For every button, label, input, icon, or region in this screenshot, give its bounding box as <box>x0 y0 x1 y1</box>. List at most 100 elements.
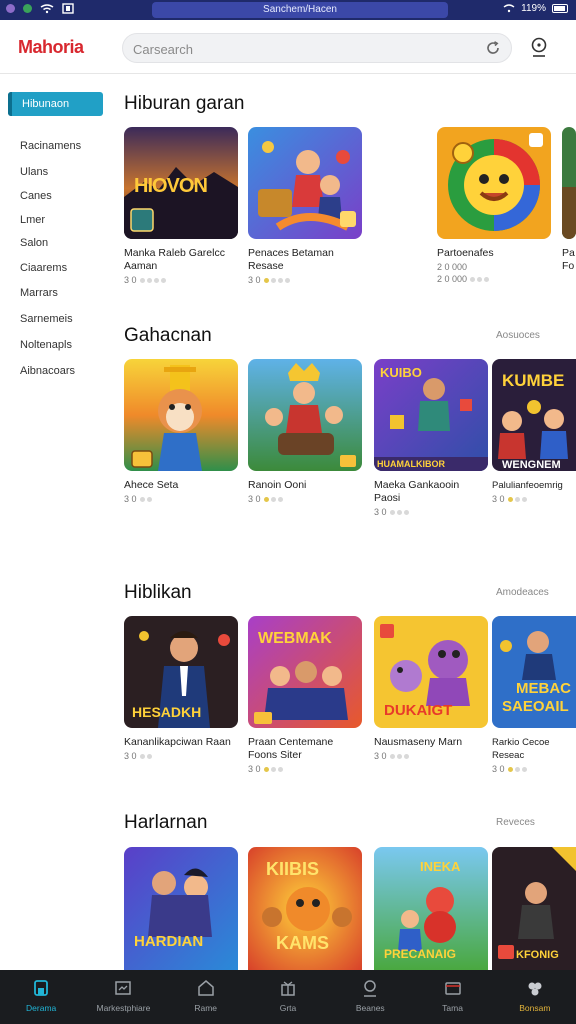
nav-tab-gifts[interactable]: Grta <box>247 970 329 1024</box>
search-input[interactable] <box>133 40 463 58</box>
nav-tab-profile[interactable]: Beanes <box>329 970 411 1024</box>
game-thumbnail[interactable] <box>562 127 576 239</box>
game-title: Kananlikapciwan Raan <box>124 736 231 748</box>
game-card[interactable]: Ahece Seta 3 0 <box>124 359 238 504</box>
game-rating: 3 0 <box>492 494 576 504</box>
home-icon <box>34 980 49 996</box>
sidebar-item-active[interactable]: Hibunaon <box>8 92 103 116</box>
sidebar-item[interactable]: Lmer <box>20 214 45 226</box>
rating-stars-icon <box>139 753 152 759</box>
nav-tab-label: Tama <box>442 1003 463 1013</box>
see-more-link[interactable]: Reveces <box>496 817 535 828</box>
game-card[interactable]: KUMBE WENGNEM Palulianfeoemrig 3 0 <box>492 359 576 504</box>
game-thumbnail[interactable] <box>124 359 238 471</box>
status-bar: Sanchem/Hacen 119% <box>0 0 576 20</box>
rating-text: 3 0 <box>124 275 137 285</box>
search-bar[interactable] <box>122 33 512 63</box>
game-card[interactable]: INEKA PRECANAIG <box>374 847 488 970</box>
thumbnail-text: KFONIG <box>516 949 559 961</box>
game-thumbnail[interactable]: KFONIG <box>492 847 576 970</box>
game-card[interactable]: WEBMAK Praan Centemane Foons Siter 3 0 <box>248 616 362 774</box>
game-card[interactable]: HARDIAN <box>124 847 238 970</box>
profile-icon[interactable] <box>528 36 550 58</box>
game-card[interactable]: Penaces Betaman Resase 3 0 <box>248 127 362 285</box>
app-logo[interactable]: Mahoria <box>18 37 84 58</box>
game-card[interactable]: Pa Fo <box>562 127 576 273</box>
sidebar-item[interactable]: Ulans <box>20 166 48 178</box>
nav-tab-label: Grta <box>279 1003 297 1013</box>
rating-stars-icon <box>507 496 527 502</box>
game-rating: 3 0 <box>248 764 362 774</box>
thumbnail-text: KUIBO <box>380 365 422 380</box>
game-title: Partoenafes <box>437 247 494 259</box>
section-title: Gahacnan <box>124 325 212 346</box>
sidebar-item[interactable]: Canes <box>20 190 52 202</box>
thumbnail-text: MEBAC <box>516 680 571 697</box>
game-thumbnail[interactable]: KUIBO HUAMALKIBOR <box>374 359 488 471</box>
thumbnail-text: WEBMAK <box>258 630 332 647</box>
see-more-link[interactable]: Amodeaces <box>496 587 549 598</box>
game-thumbnail[interactable]: HARDIAN <box>124 847 238 970</box>
game-thumbnail[interactable]: HIOVON <box>124 127 238 239</box>
rating-stars-icon <box>507 766 527 772</box>
sidebar-item[interactable]: Salon <box>20 237 48 249</box>
game-title: Praan Centemane Foons Siter <box>248 736 334 761</box>
game-thumbnail[interactable]: WEBMAK <box>248 616 362 728</box>
game-rating: 3 0 <box>248 275 362 285</box>
game-thumbnail[interactable]: DUKAIGT <box>374 616 488 728</box>
game-thumbnail[interactable]: INEKA PRECANAIG <box>374 847 488 970</box>
game-card[interactable]: HIOVON Manka Raleb Garelcc Aaman 3 0 <box>124 127 238 285</box>
app-dot-icon <box>23 4 32 13</box>
sidebar-item[interactable]: Aibnacoars <box>20 365 75 377</box>
status-right: 119% <box>503 3 568 14</box>
nav-tab-market[interactable]: Markestphiare <box>82 970 164 1024</box>
game-card[interactable]: KFONIG <box>492 847 576 970</box>
user-icon <box>364 980 377 997</box>
see-more-link[interactable]: Aosuoces <box>496 330 540 341</box>
rating-stars-icon <box>389 753 409 759</box>
thumbnail-text: WENGNEM <box>502 459 561 471</box>
game-card[interactable]: HESADKH Kananlikapciwan Raan 3 0 <box>124 616 238 761</box>
section-title: Hiburan garan <box>124 93 245 114</box>
thumbnail-text: DUKAIGT <box>384 702 453 719</box>
rating-stars-icon <box>263 277 290 283</box>
nav-tab-home[interactable]: Derama <box>0 970 82 1024</box>
game-thumbnail[interactable]: KUMBE WENGNEM <box>492 359 576 471</box>
sidebar-item[interactable]: Noltenapls <box>20 339 72 351</box>
game-thumbnail[interactable] <box>248 127 362 239</box>
rating-text: 3 0 <box>492 764 505 774</box>
thumbnail-text: HARDIAN <box>134 933 204 950</box>
battery-icon <box>552 4 568 13</box>
nav-tab-label: Beanes <box>355 1003 385 1013</box>
refresh-icon[interactable] <box>485 40 501 56</box>
game-title: Ranoin Ooni <box>248 479 307 491</box>
game-thumbnail[interactable]: MEBAC SAEOAIL <box>492 616 576 728</box>
sidebar-item[interactable]: Racinamens <box>20 140 81 152</box>
gift-icon <box>281 981 295 996</box>
rating-text: 3 0 <box>248 494 261 504</box>
nav-tab-games[interactable]: Rame <box>165 970 247 1024</box>
game-thumbnail[interactable] <box>248 359 362 471</box>
game-card[interactable]: Ranoin Ooni 3 0 <box>248 359 362 504</box>
section-title: Hiblikan <box>124 582 192 603</box>
game-card[interactable]: DUKAIGT Nausmaseny Marn 3 0 <box>374 616 488 761</box>
game-card[interactable]: MEBAC SAEOAIL Rarkio Cecoe Reseac 3 0 <box>492 616 576 774</box>
status-left <box>6 3 74 14</box>
game-thumbnail[interactable] <box>437 127 551 239</box>
sidebar-item[interactable]: Ciaarems <box>20 262 67 274</box>
thumbnail-text: INEKA <box>420 859 461 874</box>
nav-tab-bonus[interactable]: Bonsam <box>494 970 576 1024</box>
url-bar[interactable]: Sanchem/Hacen <box>152 2 448 18</box>
sidebar-item[interactable]: Sarnemeis <box>20 313 73 325</box>
game-card[interactable]: KIIBIS KAMS <box>248 847 362 970</box>
house-icon <box>197 980 214 996</box>
sidebar-item[interactable]: Marrars <box>20 287 58 299</box>
game-thumbnail[interactable]: HESADKH <box>124 616 238 728</box>
game-title: Manka Raleb Garelcc Aaman <box>124 247 225 272</box>
thumbnail-text: KUMBE <box>502 371 565 390</box>
nav-tab-wallet[interactable]: Tama <box>411 970 493 1024</box>
game-rating: 3 0 <box>124 751 238 761</box>
game-card[interactable]: Partoenafes 2 0 000 2 0 000 <box>437 127 551 284</box>
game-card[interactable]: KUIBO HUAMALKIBOR Maeka Gankaooin Paosi … <box>374 359 488 517</box>
game-thumbnail[interactable]: KIIBIS KAMS <box>248 847 362 970</box>
